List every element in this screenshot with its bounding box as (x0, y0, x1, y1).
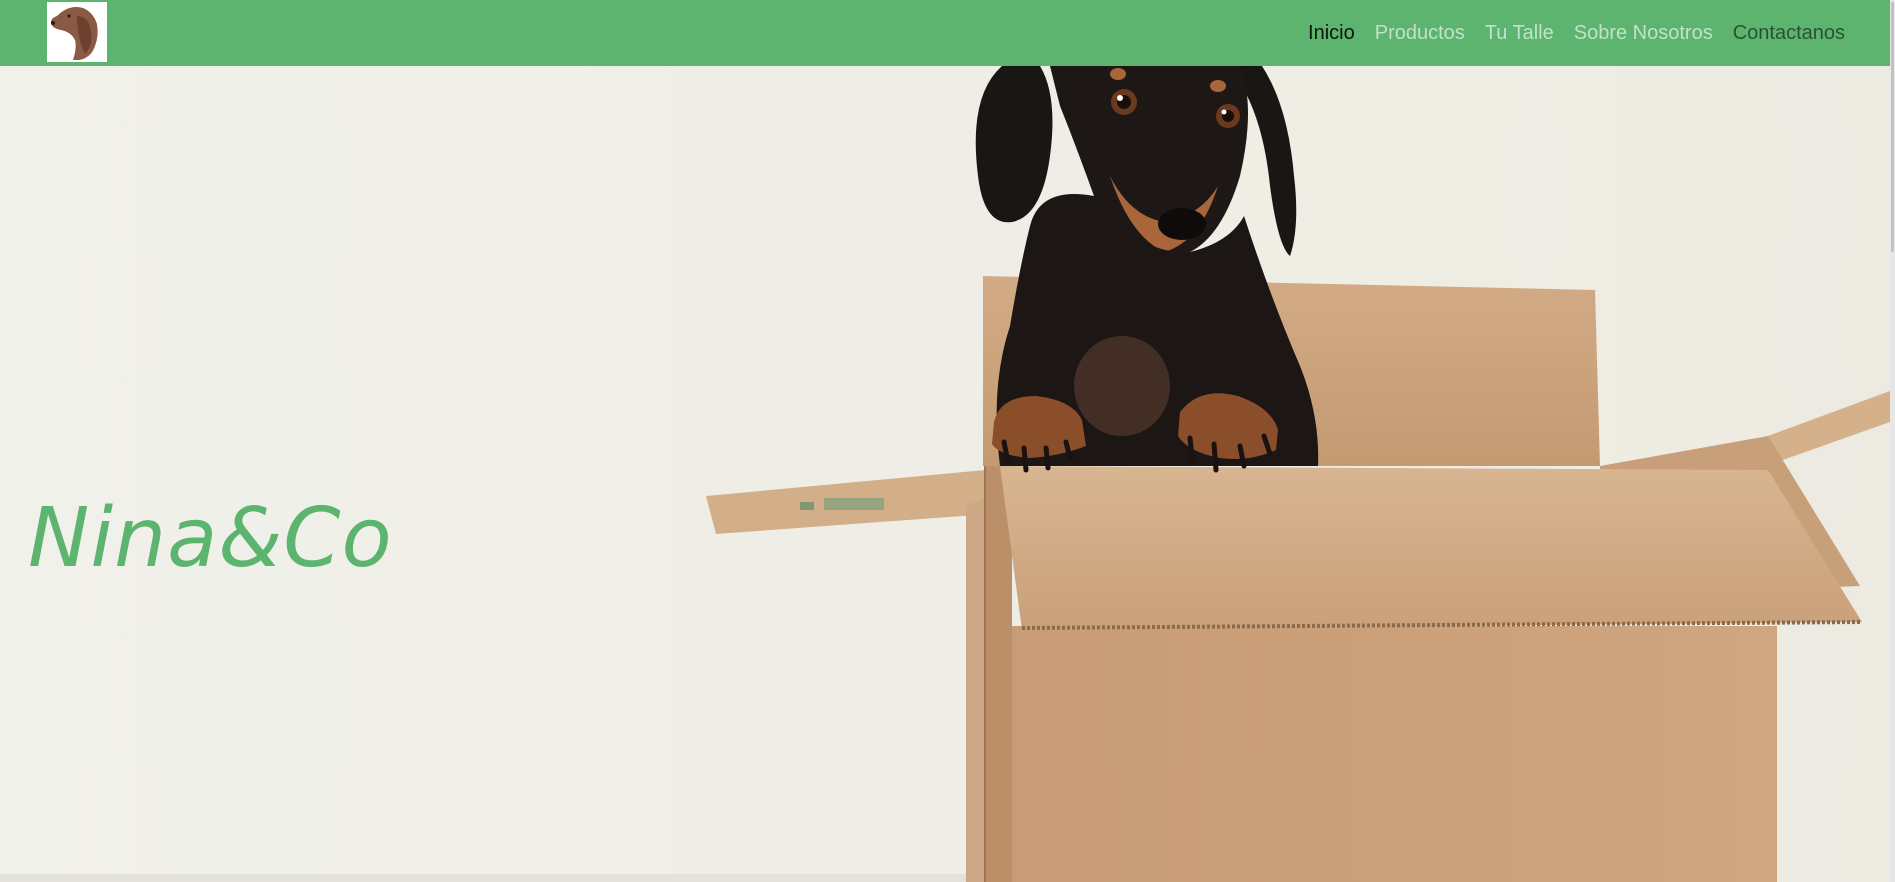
hero-section: Nina&Co (0, 66, 1890, 882)
nav-link-productos[interactable]: Productos (1375, 22, 1465, 45)
hero-title: Nina&Co (28, 491, 393, 586)
logo-link[interactable] (47, 2, 107, 62)
nav-link-sobre-nosotros[interactable]: Sobre Nosotros (1574, 22, 1713, 45)
main-nav: Inicio Productos Tu Talle Sobre Nosotros… (1308, 0, 1845, 66)
dachshund-head-icon (47, 2, 107, 62)
nav-link-inicio[interactable]: Inicio (1308, 22, 1355, 45)
nav-link-tu-talle[interactable]: Tu Talle (1485, 22, 1554, 45)
nav-link-contactanos[interactable]: Contactanos (1733, 22, 1845, 45)
navbar: Inicio Productos Tu Talle Sobre Nosotros… (0, 0, 1890, 66)
page-scrollbar[interactable] (1890, 0, 1895, 882)
dog-in-box-image (0, 66, 1890, 882)
page: Inicio Productos Tu Talle Sobre Nosotros… (0, 0, 1895, 882)
scrollbar-thumb[interactable] (1891, 2, 1894, 252)
